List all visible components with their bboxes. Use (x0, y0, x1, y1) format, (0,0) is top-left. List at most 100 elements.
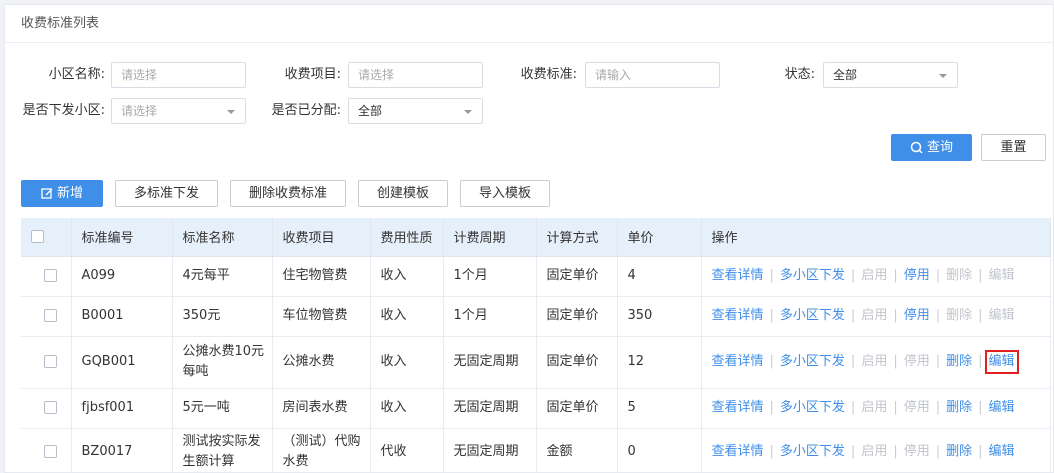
row-checkbox[interactable] (44, 355, 58, 368)
table-row: fjbsf001 5元一吨 房间表水费 收入 无固定周期 固定单价 5 查看详情… (21, 388, 1051, 429)
edit-link[interactable]: 编辑 (989, 400, 1015, 415)
allocated-value: 全部 (358, 104, 383, 118)
cell-method: 固定单价 (536, 256, 618, 297)
disable-link[interactable]: 停用 (904, 308, 930, 323)
table-row: GQB001 公摊水费10元每吨 公摊水费 收入 无固定周期 固定单价 12 查… (21, 336, 1051, 389)
cell-ops: 查看详情 | 多小区下发 | 启用 | 停用 | 删除 | 编辑 (701, 388, 1051, 429)
cell-code: B0001 (71, 296, 173, 337)
status-label: 状态: (784, 67, 815, 82)
fee-standard-table: 标准编号 标准名称 收费项目 费用性质 计费周期 计算方式 单价 操作 A099… (21, 218, 1051, 472)
edit-link-highlighted[interactable]: 编辑 (984, 350, 1019, 374)
enable-link[interactable]: 启用 (861, 268, 887, 283)
header-ops: 操作 (701, 218, 1051, 257)
view-detail-link[interactable]: 查看详情 (712, 444, 764, 459)
cell-nature: 代收 (370, 428, 444, 472)
cell-name: 测试按实际发生额计算 (172, 428, 273, 472)
disable-link[interactable]: 停用 (904, 354, 930, 369)
cell-item: （测试）代购水费 (272, 428, 371, 472)
edit-icon (41, 187, 53, 199)
enable-link[interactable]: 启用 (861, 444, 887, 459)
header-code: 标准编号 (71, 218, 173, 257)
header-nature: 费用性质 (370, 218, 444, 257)
cell-name: 4元每平 (172, 256, 273, 297)
dispatched-select[interactable]: 请选择 (111, 98, 246, 124)
cell-method: 固定单价 (536, 336, 618, 389)
header-name: 标准名称 (172, 218, 273, 257)
community-select[interactable]: 请选择 (111, 62, 246, 88)
row-checkbox[interactable] (44, 445, 58, 458)
row-checkbox[interactable] (44, 401, 58, 414)
cell-cycle: 1个月 (443, 296, 537, 337)
cell-method: 金额 (536, 428, 618, 472)
cell-price: 0 (617, 428, 702, 472)
header-method: 计算方式 (536, 218, 618, 257)
cell-method: 固定单价 (536, 296, 618, 337)
delete-link[interactable]: 删除 (946, 308, 972, 323)
cell-code: BZ0017 (71, 428, 173, 472)
cell-name: 5元一吨 (172, 388, 273, 429)
delete-standard-button[interactable]: 删除收费标准 (230, 180, 346, 207)
table-row: A099 4元每平 住宅物管费 收入 1个月 固定单价 4 查看详情 | 多小区下发… (21, 256, 1051, 297)
view-detail-link[interactable]: 查看详情 (712, 400, 764, 415)
cell-nature: 收入 (370, 336, 444, 389)
table-row: B0001 350元 车位物管费 收入 1个月 固定单价 350 查看详情 | 多小… (21, 296, 1051, 337)
allocated-label: 是否已分配: (271, 103, 341, 118)
add-label: 新增 (56, 186, 83, 201)
cell-item: 公摊水费 (272, 336, 371, 389)
disable-link[interactable]: 停用 (904, 444, 930, 459)
fee-standard-panel: 收费标准列表 小区名称: 请选择 收费项目: 请选择 收费标准: 请输入 状态:… (4, 4, 1054, 473)
cell-cycle: 无固定周期 (443, 388, 537, 429)
panel-title: 收费标准列表 (5, 5, 1053, 43)
delete-link[interactable]: 删除 (946, 268, 972, 283)
add-button[interactable]: 新增 (21, 180, 103, 207)
cell-nature: 收入 (370, 388, 444, 429)
reset-button[interactable]: 重置 (981, 134, 1046, 161)
cell-name: 公摊水费10元每吨 (172, 336, 273, 389)
cell-ops: 查看详情 | 多小区下发 | 启用 | 停用 | 删除 | 编辑 (701, 336, 1051, 389)
row-checkbox[interactable] (44, 309, 58, 322)
cell-item: 车位物管费 (272, 296, 371, 337)
status-value: 全部 (833, 68, 858, 82)
view-detail-link[interactable]: 查看详情 (712, 308, 764, 323)
multi-dispatch-link[interactable]: 多小区下发 (780, 308, 845, 323)
cell-cycle: 无固定周期 (443, 336, 537, 389)
cell-code: fjbsf001 (71, 388, 173, 429)
import-template-button[interactable]: 导入模板 (460, 180, 550, 207)
header-price: 单价 (617, 218, 702, 257)
cell-code: GQB001 (71, 336, 173, 389)
allocated-select[interactable]: 全部 (348, 98, 483, 124)
query-button[interactable]: 查询 (891, 134, 972, 161)
row-checkbox[interactable] (44, 269, 58, 282)
edit-link[interactable]: 编辑 (989, 444, 1015, 459)
standard-input[interactable]: 请输入 (585, 62, 720, 88)
edit-link[interactable]: 编辑 (989, 268, 1015, 283)
multi-dispatch-link[interactable]: 多小区下发 (780, 354, 845, 369)
select-all-checkbox[interactable] (31, 230, 44, 244)
enable-link[interactable]: 启用 (861, 308, 887, 323)
cell-price: 5 (617, 388, 702, 429)
status-select[interactable]: 全部 (823, 62, 958, 88)
multi-dispatch-link[interactable]: 多小区下发 (780, 400, 845, 415)
dispatched-placeholder: 请选择 (121, 104, 158, 118)
view-detail-link[interactable]: 查看详情 (712, 268, 764, 283)
enable-link[interactable]: 启用 (861, 354, 887, 369)
cell-price: 350 (617, 296, 702, 337)
view-detail-link[interactable]: 查看详情 (712, 354, 764, 369)
disable-link[interactable]: 停用 (904, 400, 930, 415)
multi-dispatch-link[interactable]: 多小区下发 (780, 268, 845, 283)
chevron-down-icon (227, 110, 235, 114)
cell-nature: 收入 (370, 296, 444, 337)
delete-link[interactable]: 删除 (946, 400, 972, 415)
cell-method: 固定单价 (536, 388, 618, 429)
standard-label: 收费标准: (520, 67, 577, 82)
delete-link[interactable]: 删除 (946, 354, 972, 369)
disable-link[interactable]: 停用 (904, 268, 930, 283)
item-select[interactable]: 请选择 (348, 62, 483, 88)
delete-link[interactable]: 删除 (946, 444, 972, 459)
multi-dispatch-button[interactable]: 多标准下发 (115, 180, 218, 207)
edit-link[interactable]: 编辑 (989, 308, 1015, 323)
enable-link[interactable]: 启用 (861, 400, 887, 415)
search-icon (910, 141, 923, 154)
create-template-button[interactable]: 创建模板 (358, 180, 448, 207)
multi-dispatch-link[interactable]: 多小区下发 (780, 444, 845, 459)
